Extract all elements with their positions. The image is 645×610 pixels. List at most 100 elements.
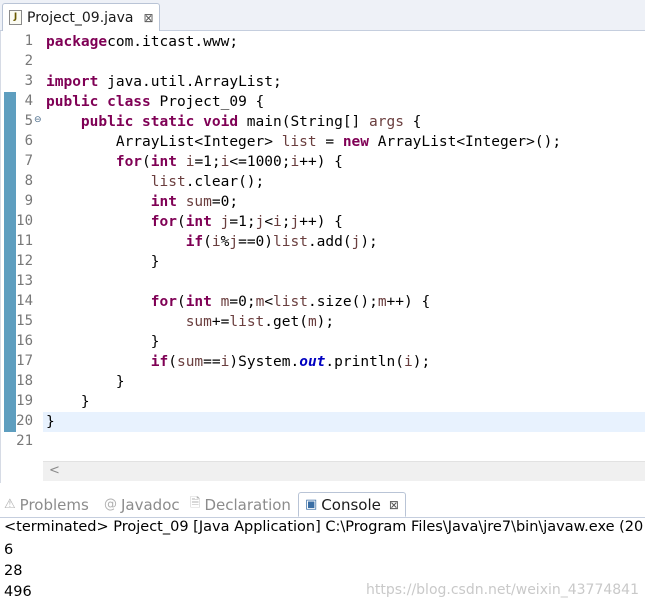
code-line[interactable]: if(sum==i)System.out.println(i); xyxy=(46,352,645,372)
code-token: main(String[] xyxy=(238,114,370,130)
code-token: i xyxy=(273,214,282,230)
code-token: } xyxy=(46,394,90,410)
code-editor[interactable]: 1 2 3 4 5 ⊖ 6 7 8 9 10 11 12 13 14 15 16 17 18 19 20 21 packa… xyxy=(0,31,645,483)
tab-declaration[interactable]: 🗎 Declaration xyxy=(190,492,291,517)
line-number: 12 xyxy=(16,253,33,269)
code-line[interactable]: public class Project_09 { xyxy=(46,92,645,112)
code-token: ++) { xyxy=(299,154,343,170)
tab-problems-label: Problems xyxy=(19,495,89,514)
line-number: 20 xyxy=(16,413,33,429)
code-token: package xyxy=(46,34,108,50)
tab-problems[interactable]: ⚠ Problems xyxy=(4,492,89,517)
code-token: { xyxy=(403,114,422,130)
code-token: ==0) xyxy=(238,234,274,250)
code-token: += xyxy=(211,314,230,330)
code-line[interactable]: for(int i=1;i<=1000;i++) { xyxy=(46,152,645,172)
code-token: j xyxy=(290,214,300,230)
code-token: args xyxy=(369,114,404,130)
code-token: } xyxy=(46,334,160,350)
console-view[interactable]: <terminated> Project_09 [Java Applicatio… xyxy=(0,518,645,610)
code-line[interactable] xyxy=(46,272,645,292)
code-line[interactable]: } xyxy=(46,372,645,392)
code-line[interactable] xyxy=(46,52,645,72)
code-token: java.util.ArrayList; xyxy=(98,74,282,90)
line-number: 21 xyxy=(16,433,33,449)
code-line[interactable]: import java.util.ArrayList; xyxy=(46,72,645,92)
code-line[interactable]: if(i%j==0)list.add(j); xyxy=(46,232,645,252)
tab-javadoc[interactable]: @ Javadoc xyxy=(104,492,180,517)
horizontal-scrollbar[interactable]: < xyxy=(43,461,645,481)
line-number: 9 xyxy=(24,193,33,209)
code-token: .size(); xyxy=(307,294,378,310)
code-token: int xyxy=(150,194,177,210)
line-number: 10 xyxy=(16,213,33,229)
code-token: ( xyxy=(176,294,186,310)
code-line[interactable]: for(int j=1;j<i;j++) { xyxy=(46,212,645,232)
line-number: 13 xyxy=(16,273,33,289)
code-line[interactable]: } xyxy=(46,392,645,412)
code-line[interactable]: list.clear(); xyxy=(46,172,645,192)
code-token: = xyxy=(316,134,343,150)
code-token: } xyxy=(46,374,125,390)
code-line[interactable]: } xyxy=(46,252,645,272)
line-number: 5 xyxy=(24,113,33,129)
code-line[interactable]: public static void main(String[] args { xyxy=(46,112,645,132)
line-number: 15 xyxy=(16,313,33,329)
line-number: 3 xyxy=(24,73,33,89)
code-token: list xyxy=(281,134,317,150)
code-token: com.itcast.www; xyxy=(107,34,239,50)
code-token: m xyxy=(255,294,265,310)
code-token: ++) { xyxy=(299,214,343,230)
code-token: i xyxy=(404,354,413,370)
code-token: ); xyxy=(360,234,378,250)
code-token: )System. xyxy=(229,354,300,370)
line-number: 11 xyxy=(16,233,33,249)
close-icon[interactable]: ⊠ xyxy=(389,498,399,512)
code-token: for xyxy=(150,294,177,310)
code-line[interactable]: packagecom.itcast.www; xyxy=(46,32,645,52)
code-token: =1; xyxy=(229,214,256,230)
editor-tab-project-09[interactable]: Project_09.java ⊠ xyxy=(2,3,160,31)
code-token: for xyxy=(150,214,177,230)
scroll-left-icon[interactable]: < xyxy=(49,463,60,478)
code-token: j xyxy=(229,234,239,250)
code-token: int xyxy=(185,214,212,230)
code-line[interactable]: for(int m=0;m<list.size();m++) { xyxy=(46,292,645,312)
console-tab-bar: ⚠ Problems @ Javadoc 🗎 Declaration ▣ Con… xyxy=(0,489,645,518)
code-line[interactable]: } xyxy=(46,412,645,432)
line-number: 14 xyxy=(16,293,33,309)
code-line[interactable]: int sum=0; xyxy=(46,192,645,212)
code-token: list xyxy=(150,174,186,190)
code-token: ( xyxy=(203,234,212,250)
tab-console[interactable]: ▣ Console ⊠ xyxy=(298,492,406,517)
declaration-icon: 🗎 xyxy=(190,495,201,511)
code-token: .add( xyxy=(307,234,352,250)
code-token: .clear(); xyxy=(185,174,265,190)
code-token: Project_09 { xyxy=(150,94,265,110)
code-token: public class xyxy=(46,94,151,110)
code-token: ); xyxy=(412,354,431,370)
javadoc-icon: @ xyxy=(104,497,117,512)
code-line[interactable] xyxy=(46,432,645,452)
code-token: if xyxy=(185,234,204,250)
code-token: < xyxy=(264,294,274,310)
code-line[interactable]: ArrayList<Integer> list = new ArrayList<… xyxy=(46,132,645,152)
close-icon[interactable]: ⊠ xyxy=(144,11,154,25)
fold-collapse-icon[interactable]: ⊖ xyxy=(34,115,42,125)
code-token: =0; xyxy=(211,194,239,210)
code-token: ArrayList<Integer> xyxy=(46,134,282,150)
code-line[interactable]: } xyxy=(46,332,645,352)
line-number: 7 xyxy=(24,153,33,169)
code-line[interactable]: sum+=list.get(m); xyxy=(46,312,645,332)
java-file-icon xyxy=(9,10,22,25)
line-number: 8 xyxy=(24,173,33,189)
console-output-line: 28 xyxy=(4,563,23,579)
